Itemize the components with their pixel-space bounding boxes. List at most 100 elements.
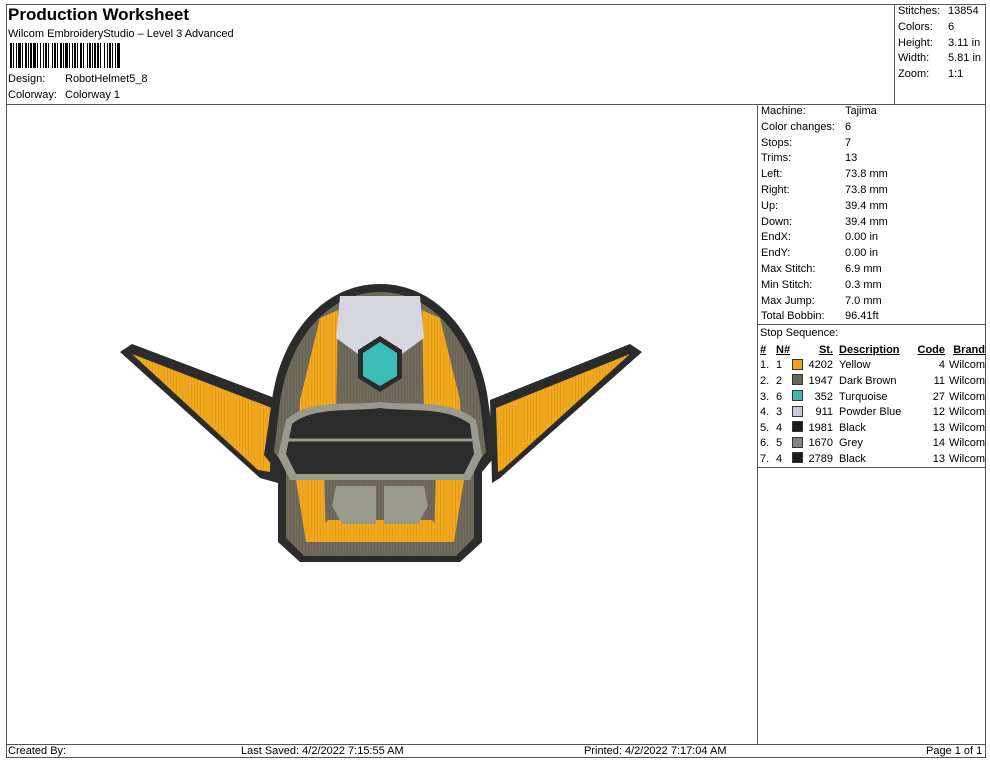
row-code: 12: [932, 406, 945, 419]
footer-printed: Printed: 4/2/2022 7:17:04 AM: [584, 745, 727, 757]
color-swatch-icon: [792, 405, 803, 417]
row-n: 3: [776, 406, 783, 419]
stat-row: Colors: 6: [898, 20, 955, 33]
row-brand: Wilcom: [948, 359, 985, 372]
row-num: 7.: [760, 452, 770, 465]
embroidery-design-preview: [120, 284, 642, 562]
machine-info-panel: Machine: Tajima Color changes: 6 Stops: 7 T…: [761, 105, 981, 326]
row-n: 1: [776, 359, 783, 372]
design-value: RobotHelmet5_8: [65, 73, 148, 85]
color-swatch-icon: [792, 358, 803, 370]
color-swatch: [792, 436, 804, 452]
color-swatch: [792, 420, 804, 436]
row-code: 14: [932, 437, 945, 450]
row-brand: Wilcom: [948, 452, 985, 465]
table-row: 1. 1 4202 Yellow 4 Wilcom: [760, 358, 985, 374]
row-n: 5: [776, 437, 783, 450]
info-row: Total Bobbin: 96.41ft: [761, 310, 879, 323]
row-n: 4: [776, 452, 783, 465]
row-stitches: 1947: [808, 374, 833, 387]
row-code: 13: [932, 421, 945, 434]
col-st: St.: [818, 343, 833, 356]
row-description: Black: [839, 421, 866, 434]
row-code: 11: [933, 374, 945, 387]
row-stitches: 2789: [808, 452, 833, 465]
info-row: Trims: 13: [761, 152, 858, 165]
software-name: Wilcom EmbroideryStudio – Level 3 Advanc…: [8, 28, 234, 40]
stat-row: Zoom: 1:1: [898, 68, 964, 81]
row-n: 4: [776, 421, 783, 434]
table-row: 4. 3 911 Powder Blue 12 Wilcom: [760, 404, 985, 420]
row-description: Powder Blue: [839, 406, 902, 419]
color-swatch: [792, 451, 804, 467]
color-swatch-icon: [792, 421, 803, 433]
col-description: Description: [839, 343, 900, 356]
row-description: Grey: [839, 437, 863, 450]
row-description: Black: [839, 452, 866, 465]
color-swatch: [792, 373, 804, 389]
stop-sequence-table: # N# St. Description Code Brand 1. 1 4202 Y…: [760, 342, 985, 467]
color-swatch-icon: [792, 452, 803, 464]
color-swatch-icon: [792, 390, 803, 402]
row-stitches: 1981: [808, 421, 833, 434]
info-row: Max Jump: 7.0 mm: [761, 294, 882, 307]
row-num: 4.: [760, 406, 770, 419]
design-label: Design:: [8, 73, 46, 85]
row-description: Dark Brown: [839, 374, 897, 387]
row-brand: Wilcom: [948, 421, 985, 434]
color-swatch-icon: [792, 436, 803, 448]
info-row: Color changes: 6: [761, 120, 852, 133]
footer-created-by: Created By:: [8, 745, 67, 757]
color-swatch-icon: [792, 374, 803, 386]
stat-row: Stitches: 13854: [898, 5, 979, 17]
color-swatch: [792, 389, 804, 405]
row-stitches: 1670: [808, 437, 833, 450]
info-row: Up: 39.4 mm: [761, 199, 888, 212]
col-brand: Brand: [953, 343, 985, 356]
row-n: 6: [776, 390, 783, 403]
row-num: 1.: [760, 359, 770, 372]
row-stitches: 4202: [808, 359, 833, 372]
col-num: #: [760, 343, 767, 356]
page-title: Production Worksheet: [8, 5, 190, 24]
stats-panel: Stitches: 13854 Colors: 6 Height: 3.11 in W…: [898, 5, 984, 84]
row-num: 6.: [760, 437, 770, 450]
row-code: 13: [932, 452, 945, 465]
footer-divider: [6, 744, 986, 745]
stat-row: Height: 3.11 in: [898, 36, 981, 49]
colorway-value: Colorway 1: [65, 89, 121, 101]
col-n: N#: [776, 343, 791, 356]
row-code: 4: [938, 359, 945, 372]
barcode: [10, 43, 206, 68]
row-num: 2.: [760, 374, 770, 387]
table-row: 6. 5 1670 Grey 14 Wilcom: [760, 436, 985, 452]
row-n: 2: [776, 374, 783, 387]
info-row: Machine: Tajima: [761, 105, 877, 117]
info-row: Left: 73.8 mm: [761, 168, 888, 181]
info-row: Stops: 7: [761, 136, 852, 149]
row-brand: Wilcom: [948, 390, 985, 403]
row-num: 3.: [760, 390, 770, 403]
info-row: Down: 39.4 mm: [761, 215, 888, 228]
table-row: 5. 4 1981 Black 13 Wilcom: [760, 420, 985, 436]
row-description: Yellow: [839, 359, 871, 372]
row-description: Turquoise: [839, 390, 888, 403]
colorway-label: Colorway:: [8, 89, 57, 101]
row-brand: Wilcom: [948, 406, 985, 419]
info-row: EndX: 0.00 in: [761, 231, 879, 244]
table-header-row: # N# St. Description Code Brand: [760, 342, 985, 358]
stat-row: Width: 5.81 in: [898, 52, 982, 65]
info-row: Right: 73.8 mm: [761, 183, 888, 196]
row-stitches: 911: [815, 406, 833, 419]
color-swatch: [792, 358, 804, 374]
row-stitches: 352: [814, 390, 833, 403]
footer-last-saved: Last Saved: 4/2/2022 7:15:55 AM: [241, 745, 404, 757]
row-code: 27: [932, 390, 945, 403]
row-brand: Wilcom: [948, 374, 985, 387]
stats-divider: [894, 4, 895, 104]
color-swatch: [792, 404, 804, 420]
table-row: 3. 6 352 Turquoise 27 Wilcom: [760, 389, 985, 405]
footer-page-number: Page 1 of 1: [926, 745, 983, 757]
table-row: 2. 2 1947 Dark Brown 11 Wilcom: [760, 373, 985, 389]
info-row: Min Stitch: 0.3 mm: [761, 278, 882, 291]
